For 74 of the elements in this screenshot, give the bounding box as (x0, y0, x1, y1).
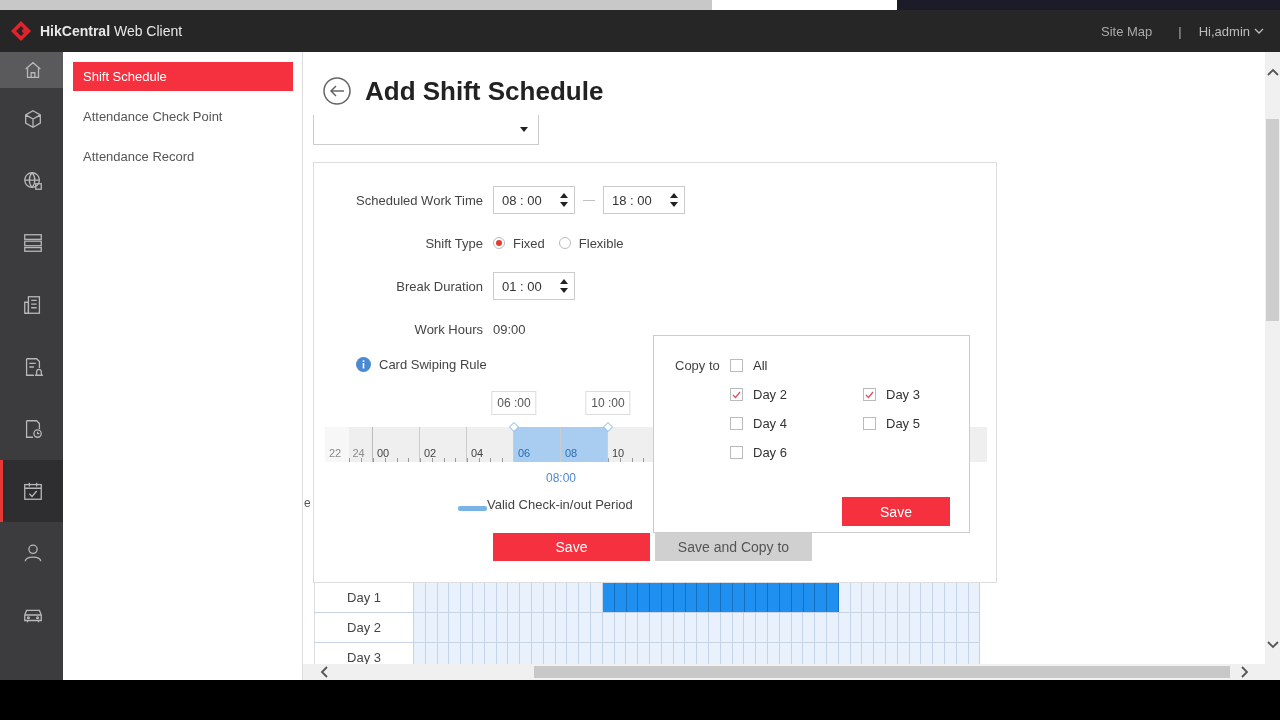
time-input[interactable]: 08 : 00 (493, 186, 575, 214)
time-range-fill[interactable] (561, 427, 608, 462)
field-label: Work Hours (413, 321, 484, 337)
info-icon (356, 357, 371, 372)
tick-label: 08 (565, 447, 578, 459)
app-title: HikCentral Web Client (40, 23, 183, 39)
legend-swatch (458, 506, 487, 511)
select-field[interactable] (313, 115, 539, 145)
range-handle[interactable] (509, 422, 519, 432)
save-button[interactable]: Save (842, 497, 950, 526)
logo-icon (10, 20, 32, 42)
field-label: Shift Type (424, 235, 484, 251)
checkbox-option[interactable]: Day 4 (730, 414, 863, 433)
scroll-left-icon[interactable] (319, 666, 331, 678)
checkbox-option[interactable]: Day 5 (863, 414, 963, 433)
time-input[interactable]: 18 : 00 (603, 186, 685, 214)
tick-label: 04 (471, 447, 484, 459)
calendar-icon (22, 480, 44, 502)
field-value: 09:00 (493, 321, 526, 337)
caret-icon (520, 127, 528, 132)
time-tooltip: 10 :00 (585, 391, 631, 415)
submenu-item[interactable]: Attendance Record (73, 142, 293, 171)
person-icon (22, 542, 44, 564)
clipped-text: e (304, 496, 311, 510)
legend-label: Valid Check-in/out Period (487, 497, 633, 512)
schedule-track[interactable] (414, 583, 980, 612)
cube-icon (22, 108, 44, 130)
range-handle[interactable] (603, 422, 613, 432)
tick-label: 24 (352, 447, 365, 459)
scrollbar-thumb[interactable] (1266, 119, 1279, 321)
scroll-down-icon[interactable] (1266, 638, 1279, 650)
spinner-arrows-icon[interactable] (560, 278, 568, 294)
globe-icon (22, 170, 44, 192)
user-menu[interactable]: Hi,admin (1198, 23, 1264, 39)
checkbox-option[interactable]: Day 2 (730, 385, 863, 404)
home-icon (22, 59, 44, 81)
spinner-arrows-icon[interactable] (560, 192, 568, 208)
field-label: Copy to (675, 358, 721, 373)
back-icon[interactable] (323, 77, 351, 105)
tick-label: 22 (329, 447, 342, 459)
tick-label: 02 (424, 447, 437, 459)
scrollbar-thumb[interactable] (534, 666, 1230, 678)
checkbox-option[interactable]: Day 6 (730, 443, 863, 462)
range-duration: 08:00 (546, 471, 576, 485)
nav-rail-item[interactable] (0, 52, 63, 88)
tick-label: 00 (377, 447, 390, 459)
schedule-track[interactable] (414, 643, 980, 664)
site-map-link[interactable]: Site Map (1092, 23, 1162, 39)
save-button[interactable]: Save (493, 533, 650, 561)
field-label: Scheduled Work Time (355, 192, 484, 208)
nav-rail-item[interactable] (0, 460, 63, 522)
section-label: Card Swiping Rule (379, 357, 487, 372)
field-label: Break Duration (395, 278, 484, 294)
server-icon (22, 232, 44, 254)
radio-option[interactable]: Flexible (558, 235, 624, 251)
check-icon (865, 390, 874, 399)
submenu-item[interactable]: Attendance Check Point (73, 102, 293, 131)
check-icon (732, 390, 741, 399)
radio-option[interactable]: Fixed (493, 235, 545, 251)
time-input[interactable]: 01 : 00 (493, 272, 575, 300)
spinner-arrows-icon[interactable] (670, 192, 678, 208)
page-title: Add Shift Schedule (365, 75, 604, 107)
schedule-track[interactable] (414, 613, 980, 642)
tick-label: 10 (612, 447, 625, 459)
scroll-right-icon[interactable] (1238, 666, 1250, 678)
checkbox-option[interactable]: All (730, 356, 963, 375)
checkbox-option[interactable]: Day 3 (863, 385, 963, 404)
time-tooltip: 06 :00 (491, 391, 537, 415)
submenu-item[interactable]: Shift Schedule (73, 62, 293, 91)
chevron-down-icon (1254, 27, 1264, 35)
header-separator: | (1177, 23, 1183, 39)
save-copy-button[interactable]: Save and Copy to (655, 533, 812, 561)
tick-label: 06 (518, 447, 531, 459)
range-separator: — (583, 193, 595, 207)
